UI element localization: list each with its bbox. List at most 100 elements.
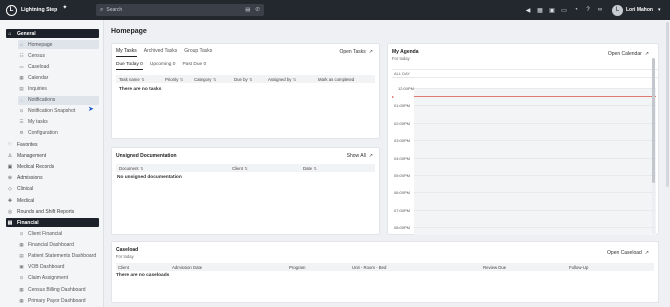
sidebar-section-rounds-and-shift-reports[interactable]: ◎ Rounds and Shift Reports [6, 207, 99, 216]
sidebar-item-caseload[interactable]: ▭ Caseload [18, 62, 99, 71]
sidebar-item-label: Admissions [17, 175, 43, 182]
tab-upcoming[interactable]: Upcoming 0 [150, 62, 176, 70]
column-unit-room-bed: Unit - Room - Bed [352, 264, 387, 270]
sidebar-item-notifications[interactable]: ◌ Notifications [18, 95, 99, 105]
sidebar-section-label: General [17, 30, 36, 37]
sidebar-item-calendar[interactable]: ▦ Calendar [18, 73, 99, 82]
column-client[interactable]: Client ⇅ [232, 166, 248, 171]
column-program: Program [289, 264, 306, 270]
sidebar-item-patient-statements-dashboard[interactable]: ▤ Patient Statements Dashboard [18, 251, 99, 260]
agenda-scrollbar[interactable] [652, 58, 655, 234]
claim-icon: ⊙ [19, 275, 24, 281]
sort-icon: ⇅ [249, 76, 253, 82]
agenda-scroll-thumb[interactable] [652, 58, 655, 183]
sidebar-section-management[interactable]: ♙ Management [6, 151, 99, 160]
sidebar-item-notification-snapshot[interactable]: ⊙ Notification Snapshot [18, 107, 99, 116]
sidebar-section-clinical[interactable]: ◇ Clinical [6, 185, 99, 194]
sidebar-item-label: Census Billing Dashboard [28, 286, 86, 293]
phone-icon[interactable]: ✆ [255, 7, 260, 13]
column-assigned-by[interactable]: Assigned by ⇅ [268, 77, 296, 82]
sidebar-item-my-tasks[interactable]: ☰ My tasks [18, 118, 99, 127]
column-label: Assigned by [268, 76, 292, 82]
megaphone-icon[interactable]: ◀ [524, 7, 532, 14]
help-icon[interactable]: ? [584, 7, 592, 13]
sidebar-item-census-billing-dashboard[interactable]: ▦ Census Billing Dashboard [18, 285, 99, 294]
management-icon: ♙ [7, 152, 13, 159]
agenda-hour-line [414, 157, 656, 159]
sidebar-item-claim-assignment[interactable]: ⊙ Claim Assignment [18, 274, 99, 283]
sidebar-section-general[interactable]: ⌂ General [6, 29, 99, 38]
sidebar-item-client-financial[interactable]: ⊙ Client Financial [18, 229, 99, 238]
open-caseload-link[interactable]: Open Caseload ↗ [607, 250, 649, 256]
column-date[interactable]: Date ⇅ [303, 166, 317, 171]
chat-icon[interactable]: ▭ [560, 7, 568, 14]
all-day-row[interactable]: ALL DAY [392, 69, 660, 78]
sidebar-item-census[interactable]: ☷ Census [18, 51, 99, 60]
open-calendar-link[interactable]: Open Calendar ↗ [608, 51, 649, 57]
sidebar-section-financial[interactable]: ▤ Financial [6, 218, 99, 227]
sort-icon: ⇅ [212, 76, 217, 82]
column-label: Date [303, 165, 313, 171]
search-bar[interactable]: ⌕ Search ▤ ✆ [96, 4, 264, 16]
column-follow-up: Follow-Up [569, 264, 589, 270]
sidebar-item-financial-dashboard[interactable]: ▦ Financial Dashboard [18, 240, 99, 249]
sidebar-section-medical[interactable]: ✚ Medical [6, 196, 99, 205]
unsigned-docs-card: Unsigned Documentation Show All ↗ Docume… [111, 147, 380, 235]
all-day-label: ALL DAY [394, 71, 411, 76]
agenda-hour-label: 06:00PM [394, 190, 411, 196]
sidebar-item-label: Claim Assignment [28, 275, 69, 282]
agenda-hour-line [414, 175, 656, 176]
agenda-hour-label: 04:00PM [394, 155, 411, 161]
column-document[interactable]: Document ⇅ [119, 166, 143, 171]
sidebar-item-configuration[interactable]: ⚙ Configuration [18, 129, 99, 138]
sort-icon: ⇅ [140, 165, 144, 171]
avatar: L [612, 4, 623, 16]
dashboard-icon: ▦ [19, 241, 24, 247]
user-menu[interactable]: L Lori Mahon ▾ [612, 4, 660, 16]
sidebar-section-label: Financial [17, 219, 39, 226]
app-logo[interactable]: L Lightning Step ✦ [6, 4, 94, 16]
open-calendar-label: Open Calendar [607, 51, 642, 57]
sidebar-section-admissions[interactable]: ⊕ Admissions [6, 174, 99, 183]
tab-past-due[interactable]: Past Due 0 [182, 62, 206, 70]
id-card-icon[interactable]: ▤ [245, 7, 250, 13]
records-icon: ▣ [7, 163, 13, 170]
agenda-time-grid[interactable]: 12:00PM 01:00PM 02:00PM 03:00PM 04:00PM 05:00… [392, 78, 656, 235]
sidebar-item-label: Configuration [28, 130, 58, 137]
sidebar-item-label: Primary Payor Dashboard [28, 297, 86, 304]
column-task-name[interactable]: Task name ⇅ [119, 77, 145, 82]
column-category[interactable]: Category ⇅ [194, 77, 216, 82]
tab-group-tasks[interactable]: Group Tasks [184, 48, 212, 57]
bell-icon[interactable]: ◔ [572, 7, 580, 13]
vob-icon: ▣ [19, 264, 24, 270]
column-due-by[interactable]: Due by ⇅ [234, 77, 252, 82]
search-input[interactable]: Search [106, 7, 122, 13]
financial-icon: ⊙ [19, 230, 24, 236]
tab-due-today[interactable]: Due Today 0 [116, 62, 143, 70]
agenda-hour-label: 07:00PM [394, 207, 411, 213]
agenda-hour-line [414, 88, 656, 89]
column-priority[interactable]: Priority ⇅ [165, 77, 183, 82]
link-icon[interactable]: ∞ [596, 7, 604, 13]
sort-icon: ⇅ [292, 76, 297, 82]
sidebar-section-favorites[interactable]: ♡ Favorites [6, 140, 99, 149]
tab-archived-tasks[interactable]: Archived Tasks [144, 48, 178, 57]
page-scrollbar[interactable] [666, 22, 669, 187]
sidebar-section-medical-records[interactable]: ▣ Medical Records [6, 162, 99, 171]
open-tasks-link[interactable]: Open Tasks ↗ [339, 49, 373, 55]
sidebar-item-homepage[interactable]: ⌂ Homepage [18, 40, 99, 49]
show-all-link[interactable]: Show All ↗ [347, 153, 373, 159]
sidebar-item-vob-dashboard[interactable]: ▣ VOB Dashboard [18, 263, 99, 272]
sidebar-item-inquiries[interactable]: ▤ Inquiries [18, 84, 99, 93]
sparkle-icon[interactable]: ✦ [62, 4, 67, 11]
sort-icon: ⇅ [244, 165, 248, 171]
admissions-icon: ⊕ [7, 175, 13, 182]
agenda-past-shading [414, 88, 656, 235]
sidebar-item-primary-payor-dashboard[interactable]: ▦ Primary Payor Dashboard [18, 296, 99, 305]
caseload-empty-message: There are no caseloads [116, 273, 170, 278]
grid-icon[interactable]: ▣ [548, 7, 556, 14]
agenda-hour-label: 08:00PM [394, 225, 411, 231]
sidebar-item-label: Management [17, 152, 47, 159]
calendar-icon[interactable]: ▦ [536, 7, 544, 14]
tab-my-tasks[interactable]: My Tasks [116, 48, 137, 57]
